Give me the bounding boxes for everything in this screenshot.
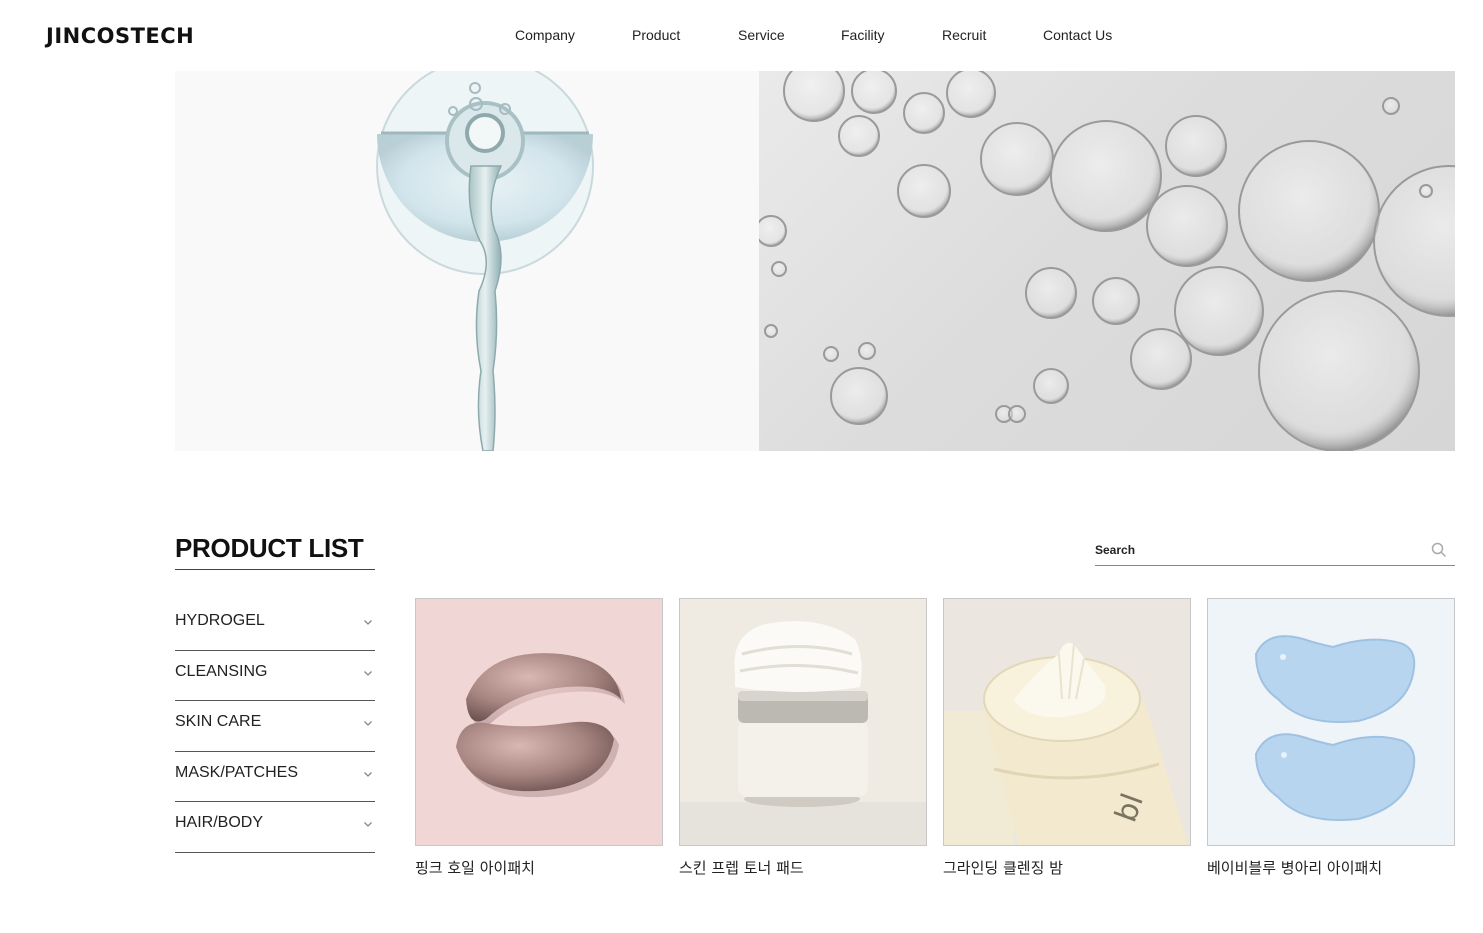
water-pour-image bbox=[175, 71, 759, 451]
category-list: HYDROGEL CLEANSING SKIN CARE MASK/PATCHE… bbox=[175, 600, 375, 853]
category-label: MASK/PATCHES bbox=[175, 763, 298, 781]
chevron-down-icon bbox=[363, 816, 373, 827]
category-label: SKIN CARE bbox=[175, 713, 262, 730]
product-search bbox=[1095, 536, 1455, 566]
chevron-down-icon bbox=[363, 766, 373, 777]
nav-facility[interactable]: Facility bbox=[841, 27, 885, 43]
product-name[interactable]: 그라인딩 클렌징 밤 bbox=[943, 857, 1063, 878]
hero-banner bbox=[175, 71, 1455, 451]
product-image[interactable]: bl bbox=[943, 598, 1191, 846]
search-icon[interactable] bbox=[1431, 542, 1447, 558]
product-image[interactable] bbox=[415, 598, 663, 846]
nav-service[interactable]: Service bbox=[738, 27, 785, 43]
product-name[interactable]: 핑크 호일 아이패치 bbox=[415, 857, 535, 878]
main-nav: Company Product Service Facility Recruit… bbox=[0, 27, 1483, 47]
nav-product[interactable]: Product bbox=[632, 27, 680, 43]
product-image[interactable] bbox=[1207, 598, 1455, 846]
site-header: JINCOSTECH Company Product Service Facil… bbox=[0, 0, 1483, 71]
chevron-down-icon bbox=[363, 715, 373, 726]
chevron-down-icon bbox=[363, 665, 373, 676]
category-label: HAIR/BODY bbox=[175, 814, 264, 831]
category-hydrogel[interactable]: HYDROGEL bbox=[175, 600, 375, 651]
category-label: HYDROGEL bbox=[175, 612, 265, 629]
title-divider bbox=[175, 569, 375, 570]
nav-contact-us[interactable]: Contact Us bbox=[1043, 27, 1112, 43]
product-list-title: PRODUCT LIST bbox=[175, 533, 364, 563]
search-input[interactable] bbox=[1095, 536, 1415, 564]
category-cleansing[interactable]: CLEANSING bbox=[175, 651, 375, 701]
nav-company[interactable]: Company bbox=[515, 27, 575, 43]
category-mask-patches[interactable]: MASK/PATCHES bbox=[175, 752, 375, 802]
bubbles-image bbox=[755, 71, 1455, 451]
product-name[interactable]: 베이비블루 병아리 아이패치 bbox=[1207, 857, 1382, 878]
product-grid: 핑크 호일 아이패치 스킨 프렙 토너 패드 bl 그라인딩 클렌징 밤 베이비… bbox=[415, 598, 1455, 888]
category-skin-care[interactable]: SKIN CARE bbox=[175, 701, 375, 752]
chevron-down-icon bbox=[363, 614, 373, 625]
category-hair-body[interactable]: HAIR/BODY bbox=[175, 802, 375, 853]
product-image[interactable] bbox=[679, 598, 927, 846]
product-name[interactable]: 스킨 프렙 토너 패드 bbox=[679, 857, 804, 878]
nav-recruit[interactable]: Recruit bbox=[942, 27, 986, 43]
category-label: CLEANSING bbox=[175, 662, 268, 680]
